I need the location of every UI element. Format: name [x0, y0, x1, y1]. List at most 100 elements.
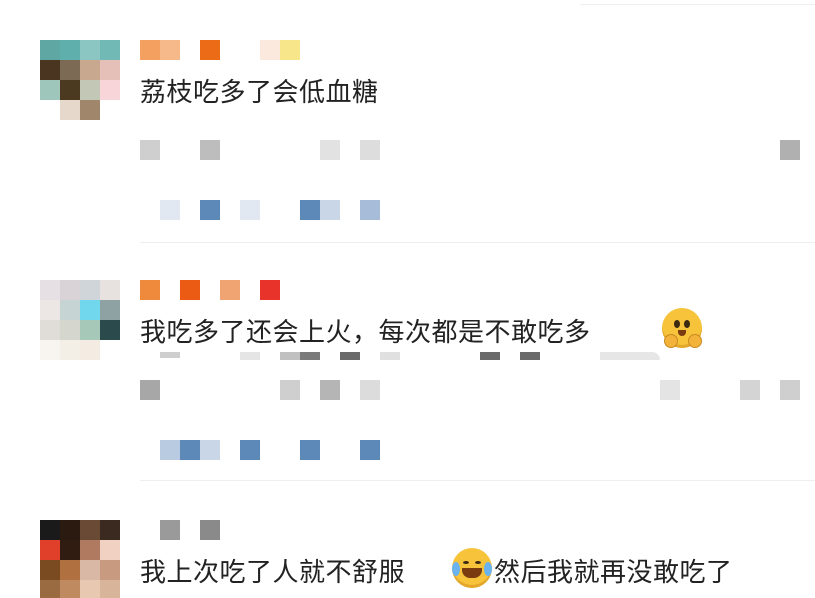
meta-pixel: [140, 140, 160, 160]
comment-text: 我上次吃了人就不舒服: [140, 558, 406, 588]
meta-pixel: [320, 380, 340, 400]
obscured-content: [340, 352, 360, 360]
name-pixel: [200, 520, 220, 540]
avatar-pixel: [60, 540, 80, 560]
emoji-eye: [684, 320, 690, 328]
obscured-content: [160, 352, 180, 358]
meta-pixel: [280, 380, 300, 400]
name-pixel: [200, 40, 220, 60]
avatar-pixel: [80, 300, 100, 320]
avatar-pixel: [100, 60, 120, 80]
emoji-tear: [452, 562, 460, 576]
avatar-pixel: [100, 580, 120, 598]
obscured-content: [380, 352, 400, 360]
emoji-mouth: [462, 568, 482, 578]
like-icon[interactable]: [300, 200, 320, 220]
emoji-mouth: [678, 330, 686, 336]
avatar-pixel: [60, 340, 80, 360]
avatar-pixel: [100, 80, 120, 100]
avatar-pixel: [40, 300, 60, 320]
comment-text: 荔枝吃多了会低血糖: [140, 78, 379, 108]
avatar-pixel: [100, 100, 120, 120]
avatar-pixel: [80, 60, 100, 80]
avatar-pixel: [40, 60, 60, 80]
like-icon[interactable]: [240, 440, 260, 460]
share-icon[interactable]: [200, 200, 220, 220]
username-pixelated[interactable]: [140, 520, 240, 540]
username-pixelated[interactable]: [140, 40, 310, 60]
name-pixel: [180, 280, 200, 300]
meta-pixel: [200, 140, 220, 160]
obscured-content: [520, 352, 540, 360]
avatar-pixel: [80, 280, 100, 300]
avatar-pixel: [40, 560, 60, 580]
avatar-pixel: [60, 280, 80, 300]
hug-face-emoji-icon: [662, 308, 702, 348]
avatar-pixel: [100, 300, 120, 320]
share-icon[interactable]: [180, 440, 200, 460]
avatar-pixel: [60, 300, 80, 320]
avatar[interactable]: [40, 40, 120, 120]
avatar-pixel: [80, 520, 100, 540]
emoji-hand: [688, 334, 702, 348]
meta-pixel: [360, 380, 380, 400]
name-pixel: [280, 40, 300, 60]
avatar-pixel: [40, 280, 60, 300]
meta-pixel: [360, 140, 380, 160]
avatar[interactable]: [40, 280, 120, 360]
emoji-eye: [463, 561, 469, 564]
username-pixelated[interactable]: [140, 280, 290, 300]
laugh-cry-emoji-icon: [452, 548, 492, 588]
name-pixel: [220, 280, 240, 300]
avatar-pixel: [80, 540, 100, 560]
name-pixel: [140, 280, 160, 300]
avatar-pixel: [40, 40, 60, 60]
avatar-pixel: [60, 60, 80, 80]
avatar-pixel: [100, 340, 120, 360]
avatar-pixel: [100, 540, 120, 560]
meta-pixel: [740, 380, 760, 400]
reply-icon[interactable]: [160, 440, 180, 460]
meta-pixel: [660, 380, 680, 400]
avatar-pixel: [40, 340, 60, 360]
avatar-pixel: [40, 320, 60, 340]
comment-icon[interactable]: [240, 200, 260, 220]
name-pixel: [260, 280, 280, 300]
avatar-pixel: [60, 580, 80, 598]
avatar-pixel: [100, 560, 120, 580]
emoji-tear: [484, 562, 492, 576]
avatar-pixel: [80, 40, 100, 60]
avatar-pixel: [80, 100, 100, 120]
meta-pixel: [320, 140, 340, 160]
avatar-pixel: [40, 540, 60, 560]
avatar-pixel: [100, 280, 120, 300]
divider: [580, 4, 815, 5]
avatar-pixel: [60, 320, 80, 340]
comment-text: 我吃多了还会上火，每次都是不敢吃多: [140, 318, 591, 348]
divider: [140, 242, 815, 243]
avatar-pixel: [60, 560, 80, 580]
obscured-content: [480, 352, 500, 360]
avatar-pixel: [80, 80, 100, 100]
divider: [140, 480, 815, 481]
meta-pixel: [140, 380, 160, 400]
avatar[interactable]: [40, 520, 120, 598]
avatar-pixel: [60, 80, 80, 100]
avatar-pixel: [60, 40, 80, 60]
comment-icon[interactable]: [200, 440, 220, 460]
avatar-pixel: [80, 320, 100, 340]
avatar-pixel: [40, 580, 60, 598]
avatar-pixel: [40, 100, 60, 120]
obscured-content: [240, 352, 260, 360]
reply-icon[interactable]: [160, 200, 180, 220]
emoji-eye: [475, 561, 481, 564]
more-options-icon[interactable]: [780, 380, 800, 400]
obscured-content: [280, 352, 300, 360]
name-pixel: [160, 520, 180, 540]
like-count: [300, 440, 320, 460]
more-options-icon[interactable]: [780, 140, 800, 160]
avatar-pixel: [80, 580, 100, 598]
name-pixel: [260, 40, 280, 60]
avatar-pixel: [100, 520, 120, 540]
avatar-pixel: [40, 80, 60, 100]
